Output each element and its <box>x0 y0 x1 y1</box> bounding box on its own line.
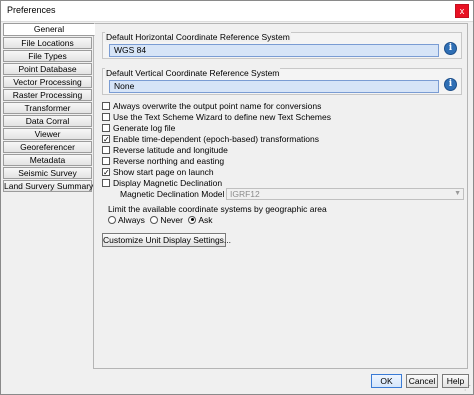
preferences-window: Preferences x General File Locations Fil… <box>0 0 474 395</box>
checkbox-show-start-page[interactable]: ✓ Show start page on launch <box>102 167 331 178</box>
vertical-crs-label: Default Vertical Coordinate Reference Sy… <box>105 68 281 78</box>
checkbox-box-checked[interactable]: ✓ <box>102 134 110 143</box>
options-checklist: Always overwrite the output point name f… <box>102 101 331 189</box>
checkbox-overwrite-point-name[interactable]: Always overwrite the output point name f… <box>102 101 331 112</box>
checkbox-label: Always overwrite the output point name f… <box>113 101 322 111</box>
tab-raster-processing[interactable]: Raster Processing <box>3 89 92 101</box>
horizontal-crs-field[interactable]: WGS 84 <box>109 44 439 57</box>
radio-button[interactable] <box>150 215 159 224</box>
limit-coordinate-systems-group: Limit the available coordinate systems b… <box>102 204 464 228</box>
tab-seismic-survey[interactable]: Seismic Survey <box>3 167 92 179</box>
checkbox-label: Enable time-dependent (epoch-based) tran… <box>113 134 320 144</box>
customize-unit-display-button[interactable]: Customize Unit Display Settings... <box>102 233 231 247</box>
tab-file-locations[interactable]: File Locations <box>3 37 92 49</box>
checkbox-label: Use the Text Scheme Wizard to define new… <box>113 112 331 122</box>
radio-always[interactable]: Always <box>108 215 145 225</box>
checkbox-label: Generate log file <box>113 123 176 133</box>
checkbox-text-scheme-wizard[interactable]: Use the Text Scheme Wizard to define new… <box>102 112 331 123</box>
checkbox-label: Show start page on launch <box>113 167 214 177</box>
checkbox-box-checked[interactable]: ✓ <box>102 167 110 176</box>
checkbox-label: Display Magnetic Declination <box>113 178 223 188</box>
limit-title: Limit the available coordinate systems b… <box>108 204 327 214</box>
horizontal-crs-label: Default Horizontal Coordinate Reference … <box>105 32 291 42</box>
radio-ask[interactable]: Ask <box>188 215 213 225</box>
tab-transformer[interactable]: Transformer <box>3 102 92 114</box>
declination-model-select[interactable]: IGRF12 ▼ <box>226 188 464 200</box>
vertical-crs-field[interactable]: None <box>109 80 439 93</box>
checkbox-box[interactable] <box>102 178 110 187</box>
tab-point-database[interactable]: Point Database <box>3 63 92 75</box>
tab-list: General File Locations File Types Point … <box>3 23 95 193</box>
checkbox-box[interactable] <box>102 123 110 132</box>
close-icon[interactable]: x <box>455 4 469 18</box>
tab-georeferencer[interactable]: Georeferencer <box>3 141 92 153</box>
vertical-crs-group: Default Vertical Coordinate Reference Sy… <box>102 68 462 95</box>
checkbox-generate-log[interactable]: Generate log file <box>102 123 331 134</box>
info-icon[interactable]: i <box>444 42 457 55</box>
radio-label: Ask <box>198 215 213 225</box>
resize-grip-icon[interactable]: ⋰ <box>464 384 471 392</box>
checkbox-time-dependent[interactable]: ✓ Enable time-dependent (epoch-based) tra… <box>102 134 331 145</box>
radio-never[interactable]: Never <box>150 215 183 225</box>
tab-land-survey-summary[interactable]: Land Survery Summary <box>3 180 93 192</box>
checkbox-reverse-northing-easting[interactable]: Reverse northing and easting <box>102 156 331 167</box>
checkbox-label: Reverse northing and easting <box>113 156 225 166</box>
checkbox-box[interactable] <box>102 101 110 110</box>
radio-label: Never <box>160 215 183 225</box>
radio-button-selected[interactable] <box>188 215 197 224</box>
checkbox-box[interactable] <box>102 156 110 165</box>
window-title: Preferences <box>7 5 56 15</box>
tab-file-types[interactable]: File Types <box>3 50 92 62</box>
tab-vector-processing[interactable]: Vector Processing <box>3 76 92 88</box>
info-icon[interactable]: i <box>444 78 457 91</box>
checkbox-reverse-lat-lon[interactable]: Reverse latitude and longitude <box>102 145 331 156</box>
declination-model-value: IGRF12 <box>230 189 260 199</box>
declination-model-label: Magnetic Declination Model <box>120 189 225 199</box>
horizontal-crs-group: Default Horizontal Coordinate Reference … <box>102 32 462 59</box>
ok-button[interactable]: OK <box>371 374 402 388</box>
tab-metadata[interactable]: Metadata <box>3 154 92 166</box>
cancel-button[interactable]: Cancel <box>406 374 438 388</box>
tab-data-corral[interactable]: Data Corral <box>3 115 92 127</box>
general-panel: Default Horizontal Coordinate Reference … <box>93 23 468 369</box>
radio-label: Always <box>118 215 145 225</box>
checkbox-box[interactable] <box>102 145 110 154</box>
tab-viewer[interactable]: Viewer <box>3 128 92 140</box>
chevron-down-icon: ▼ <box>454 190 461 197</box>
declination-model-row: Magnetic Declination Model IGRF12 ▼ <box>120 188 465 201</box>
limit-radio-group: Always Never Ask <box>108 215 216 225</box>
checkbox-label: Reverse latitude and longitude <box>113 145 228 155</box>
checkbox-box[interactable] <box>102 112 110 121</box>
title-bar: Preferences x <box>1 1 473 22</box>
radio-button[interactable] <box>108 215 116 224</box>
tab-general[interactable]: General <box>3 23 95 36</box>
